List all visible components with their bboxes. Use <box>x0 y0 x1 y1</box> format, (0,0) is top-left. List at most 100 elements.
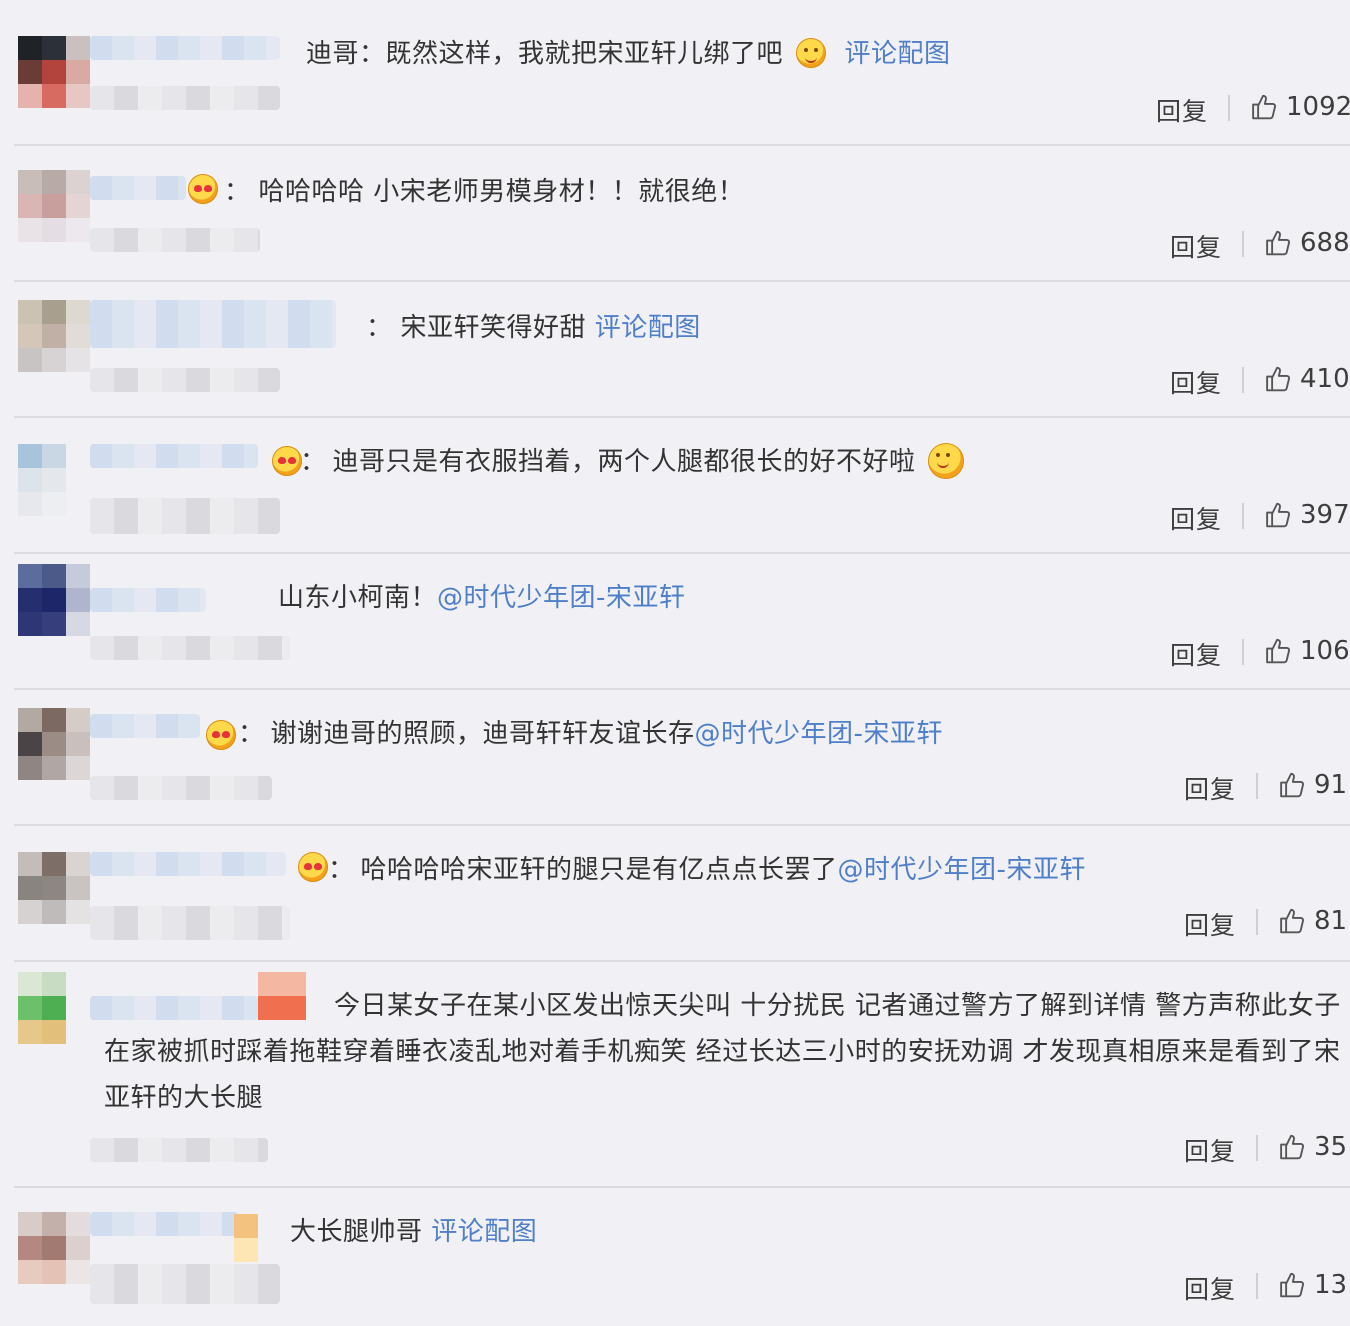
divider <box>1228 95 1230 121</box>
thumbs-up-icon <box>1280 1272 1305 1298</box>
comment-timestamp <box>90 1138 268 1162</box>
comment-item: ：哈哈哈哈宋亚轩的腿只是有亿点点长罢了@时代少年团-宋亚轩 回复 81 <box>0 826 1350 962</box>
reply-button[interactable]: 回复 <box>1184 1270 1236 1306</box>
username[interactable] <box>90 444 258 468</box>
emoji-icon <box>188 174 218 204</box>
avatar[interactable] <box>18 852 90 924</box>
like-count: 35 <box>1314 1132 1348 1162</box>
reply-button[interactable]: 回复 <box>1170 636 1222 672</box>
thumbs-up-icon <box>1280 908 1305 934</box>
reply-button[interactable]: 回复 <box>1184 1132 1236 1168</box>
divider <box>1242 367 1244 393</box>
username[interactable] <box>90 588 206 612</box>
avatar[interactable] <box>18 708 90 780</box>
like-button[interactable]: 1092 <box>1250 92 1350 122</box>
thumbs-up-icon <box>1266 502 1291 528</box>
thumbs-up-icon <box>1280 1134 1305 1160</box>
comment-text: 迪哥：既然这样，我就把宋亚轩儿绑了吧 评论配图 <box>306 31 951 77</box>
divider <box>1242 503 1244 529</box>
avatar[interactable] <box>18 1212 90 1284</box>
avatar[interactable] <box>18 444 66 516</box>
like-button[interactable]: 81 <box>1278 906 1347 936</box>
comment-text-segment: 今日某女子在某小区发出惊天尖叫 十分扰民 记者通过警方了解到详情 警方声称此女子… <box>104 991 1341 1113</box>
like-count: 397 <box>1300 500 1350 530</box>
username[interactable] <box>90 176 186 200</box>
reply-button[interactable]: 回复 <box>1170 228 1222 264</box>
avatar[interactable] <box>18 972 66 1044</box>
comment-item: ：宋亚轩笑得好甜 评论配图 回复 410 <box>0 282 1350 418</box>
comment-text-segment: 哈哈哈哈 小宋老师男模身材！！就很绝！ <box>258 177 745 207</box>
comment-text-segment: 山东小柯南！ <box>278 583 438 613</box>
avatar[interactable] <box>18 564 90 636</box>
like-button[interactable]: 688 <box>1264 228 1350 258</box>
colon: ： <box>366 313 393 343</box>
comment-text: 今日某女子在某小区发出惊天尖叫 十分扰民 记者通过警方了解到详情 警方声称此女子… <box>104 983 1350 1121</box>
colon: ： <box>300 447 327 477</box>
like-button[interactable]: 397 <box>1264 500 1350 530</box>
divider <box>1256 1273 1258 1299</box>
thumbs-up-icon <box>1266 230 1291 256</box>
comment-text: ：宋亚轩笑得好甜 评论配图 <box>366 305 701 351</box>
emoji-icon <box>206 720 236 750</box>
divider <box>1256 909 1258 935</box>
comment-timestamp <box>90 86 280 110</box>
emoji-icon <box>795 37 826 68</box>
mention-link[interactable]: @时代少年团-宋亚轩 <box>437 583 685 613</box>
divider <box>1256 1135 1258 1161</box>
thumbs-up-icon <box>1252 94 1277 120</box>
emoji-icon <box>272 446 302 476</box>
thumbs-up-icon <box>1266 638 1291 664</box>
thumbs-up-icon <box>1280 772 1305 798</box>
like-button[interactable]: 91 <box>1278 770 1347 800</box>
reply-button[interactable]: 回复 <box>1184 906 1236 942</box>
like-button[interactable]: 35 <box>1278 1132 1347 1162</box>
avatar[interactable] <box>18 300 90 372</box>
username[interactable] <box>90 1212 238 1236</box>
colon: ： <box>224 177 251 207</box>
like-count: 91 <box>1314 770 1348 800</box>
divider <box>1242 231 1244 257</box>
like-count: 1092 <box>1286 92 1350 122</box>
reply-button[interactable]: 回复 <box>1184 770 1236 806</box>
emoji-icon <box>928 442 965 479</box>
emoji-icon <box>298 852 328 882</box>
comment-text: ：迪哥只是有衣服挡着，两个人腿都很长的好不好啦 <box>300 439 965 485</box>
comment-item: ：谢谢迪哥的照顾，迪哥轩轩友谊长存@时代少年团-宋亚轩 回复 91 <box>0 690 1350 826</box>
comment-image-link[interactable]: 评论配图 <box>431 1217 537 1247</box>
like-button[interactable]: 106 <box>1264 636 1350 666</box>
colon: ： <box>328 855 355 885</box>
like-button[interactable]: 13 <box>1278 1270 1347 1300</box>
username[interactable] <box>90 300 336 348</box>
like-count: 13 <box>1314 1270 1348 1300</box>
comment-text-segment: 迪哥只是有衣服挡着，两个人腿都很长的好不好啦 <box>332 447 916 477</box>
comment-item: 迪哥：既然这样，我就把宋亚轩儿绑了吧 评论配图 回复 1092 <box>0 0 1350 146</box>
comment-timestamp <box>90 1264 280 1304</box>
comment-item: ：哈哈哈哈 小宋老师男模身材！！就很绝！ 回复 688 <box>0 146 1350 282</box>
comment-text-segment: 大长腿帅哥 <box>290 1217 432 1247</box>
username[interactable] <box>90 714 200 738</box>
avatar[interactable] <box>18 170 90 242</box>
like-count: 81 <box>1314 906 1348 936</box>
comment-text: ：谢谢迪哥的照顾，迪哥轩轩友谊长存@时代少年团-宋亚轩 <box>238 711 943 757</box>
mention-link[interactable]: @时代少年团-宋亚轩 <box>838 855 1086 885</box>
comment-item: 大长腿帅哥 评论配图 回复 13 <box>0 1188 1350 1326</box>
comment-text-segment: 谢谢迪哥的照顾，迪哥轩轩友谊长存 <box>270 719 695 749</box>
username[interactable] <box>90 36 280 60</box>
comment-image-link[interactable]: 评论配图 <box>595 313 701 343</box>
comment-item: 今日某女子在某小区发出惊天尖叫 十分扰民 记者通过警方了解到详情 警方声称此女子… <box>0 962 1350 1188</box>
reply-button[interactable]: 回复 <box>1170 364 1222 400</box>
reply-button[interactable]: 回复 <box>1156 92 1208 128</box>
comment-text: ：哈哈哈哈 小宋老师男模身材！！就很绝！ <box>224 169 744 215</box>
comment-timestamp <box>90 368 280 392</box>
reply-button[interactable]: 回复 <box>1170 500 1222 536</box>
like-button[interactable]: 410 <box>1264 364 1350 394</box>
username[interactable] <box>90 852 286 876</box>
comment-feed: 迪哥：既然这样，我就把宋亚轩儿绑了吧 评论配图 回复 1092 ：哈哈哈哈 小宋… <box>0 0 1350 1326</box>
comment-timestamp <box>90 906 290 940</box>
comment-image-link[interactable]: 评论配图 <box>845 39 951 69</box>
comment-text: 山东小柯南！@时代少年团-宋亚轩 <box>278 575 685 621</box>
comment-text: 大长腿帅哥 评论配图 <box>290 1209 537 1255</box>
divider <box>1242 639 1244 665</box>
mention-link[interactable]: @时代少年团-宋亚轩 <box>695 719 943 749</box>
avatar[interactable] <box>18 36 90 108</box>
